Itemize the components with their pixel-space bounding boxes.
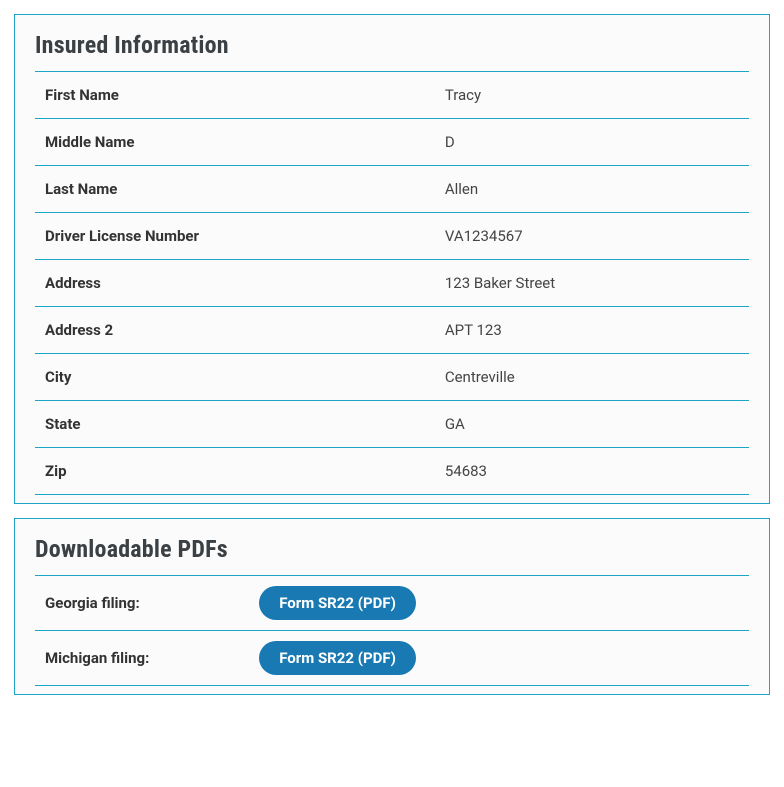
field-value: Allen xyxy=(435,166,749,213)
table-row: Address 123 Baker Street xyxy=(35,260,749,307)
field-value: Centreville xyxy=(435,354,749,401)
insured-information-panel: Insured Information First Name Tracy Mid… xyxy=(14,14,770,504)
download-pdf-button-michigan[interactable]: Form SR22 (PDF) xyxy=(259,641,416,675)
field-value: Tracy xyxy=(435,72,749,119)
field-value: 54683 xyxy=(435,448,749,495)
downloadable-pdfs-panel: Downloadable PDFs Georgia filing: Form S… xyxy=(14,518,770,695)
download-pdf-button-georgia[interactable]: Form SR22 (PDF) xyxy=(259,586,416,620)
panel-title-pdfs: Downloadable PDFs xyxy=(35,535,749,563)
field-label: State xyxy=(35,401,435,448)
insured-info-table: First Name Tracy Middle Name D Last Name… xyxy=(35,71,749,495)
field-label: Last Name xyxy=(35,166,435,213)
table-row: Georgia filing: Form SR22 (PDF) xyxy=(35,576,749,631)
table-row: Driver License Number VA1234567 xyxy=(35,213,749,260)
panel-title-insured: Insured Information xyxy=(35,31,749,59)
field-label: First Name xyxy=(35,72,435,119)
field-value: APT 123 xyxy=(435,307,749,354)
table-row: State GA xyxy=(35,401,749,448)
field-label: Address xyxy=(35,260,435,307)
field-label: Zip xyxy=(35,448,435,495)
table-row: Michigan filing: Form SR22 (PDF) xyxy=(35,631,749,686)
field-value: GA xyxy=(435,401,749,448)
table-row: First Name Tracy xyxy=(35,72,749,119)
filing-action-cell: Form SR22 (PDF) xyxy=(249,631,749,686)
field-label: Driver License Number xyxy=(35,213,435,260)
table-row: City Centreville xyxy=(35,354,749,401)
filing-label: Georgia filing: xyxy=(35,576,249,631)
table-row: Last Name Allen xyxy=(35,166,749,213)
table-row: Zip 54683 xyxy=(35,448,749,495)
filing-label: Michigan filing: xyxy=(35,631,249,686)
field-label: Middle Name xyxy=(35,119,435,166)
field-label: Address 2 xyxy=(35,307,435,354)
field-value: D xyxy=(435,119,749,166)
table-row: Middle Name D xyxy=(35,119,749,166)
field-value: 123 Baker Street xyxy=(435,260,749,307)
table-row: Address 2 APT 123 xyxy=(35,307,749,354)
field-value: VA1234567 xyxy=(435,213,749,260)
field-label: City xyxy=(35,354,435,401)
filing-action-cell: Form SR22 (PDF) xyxy=(249,576,749,631)
pdfs-table: Georgia filing: Form SR22 (PDF) Michigan… xyxy=(35,575,749,686)
